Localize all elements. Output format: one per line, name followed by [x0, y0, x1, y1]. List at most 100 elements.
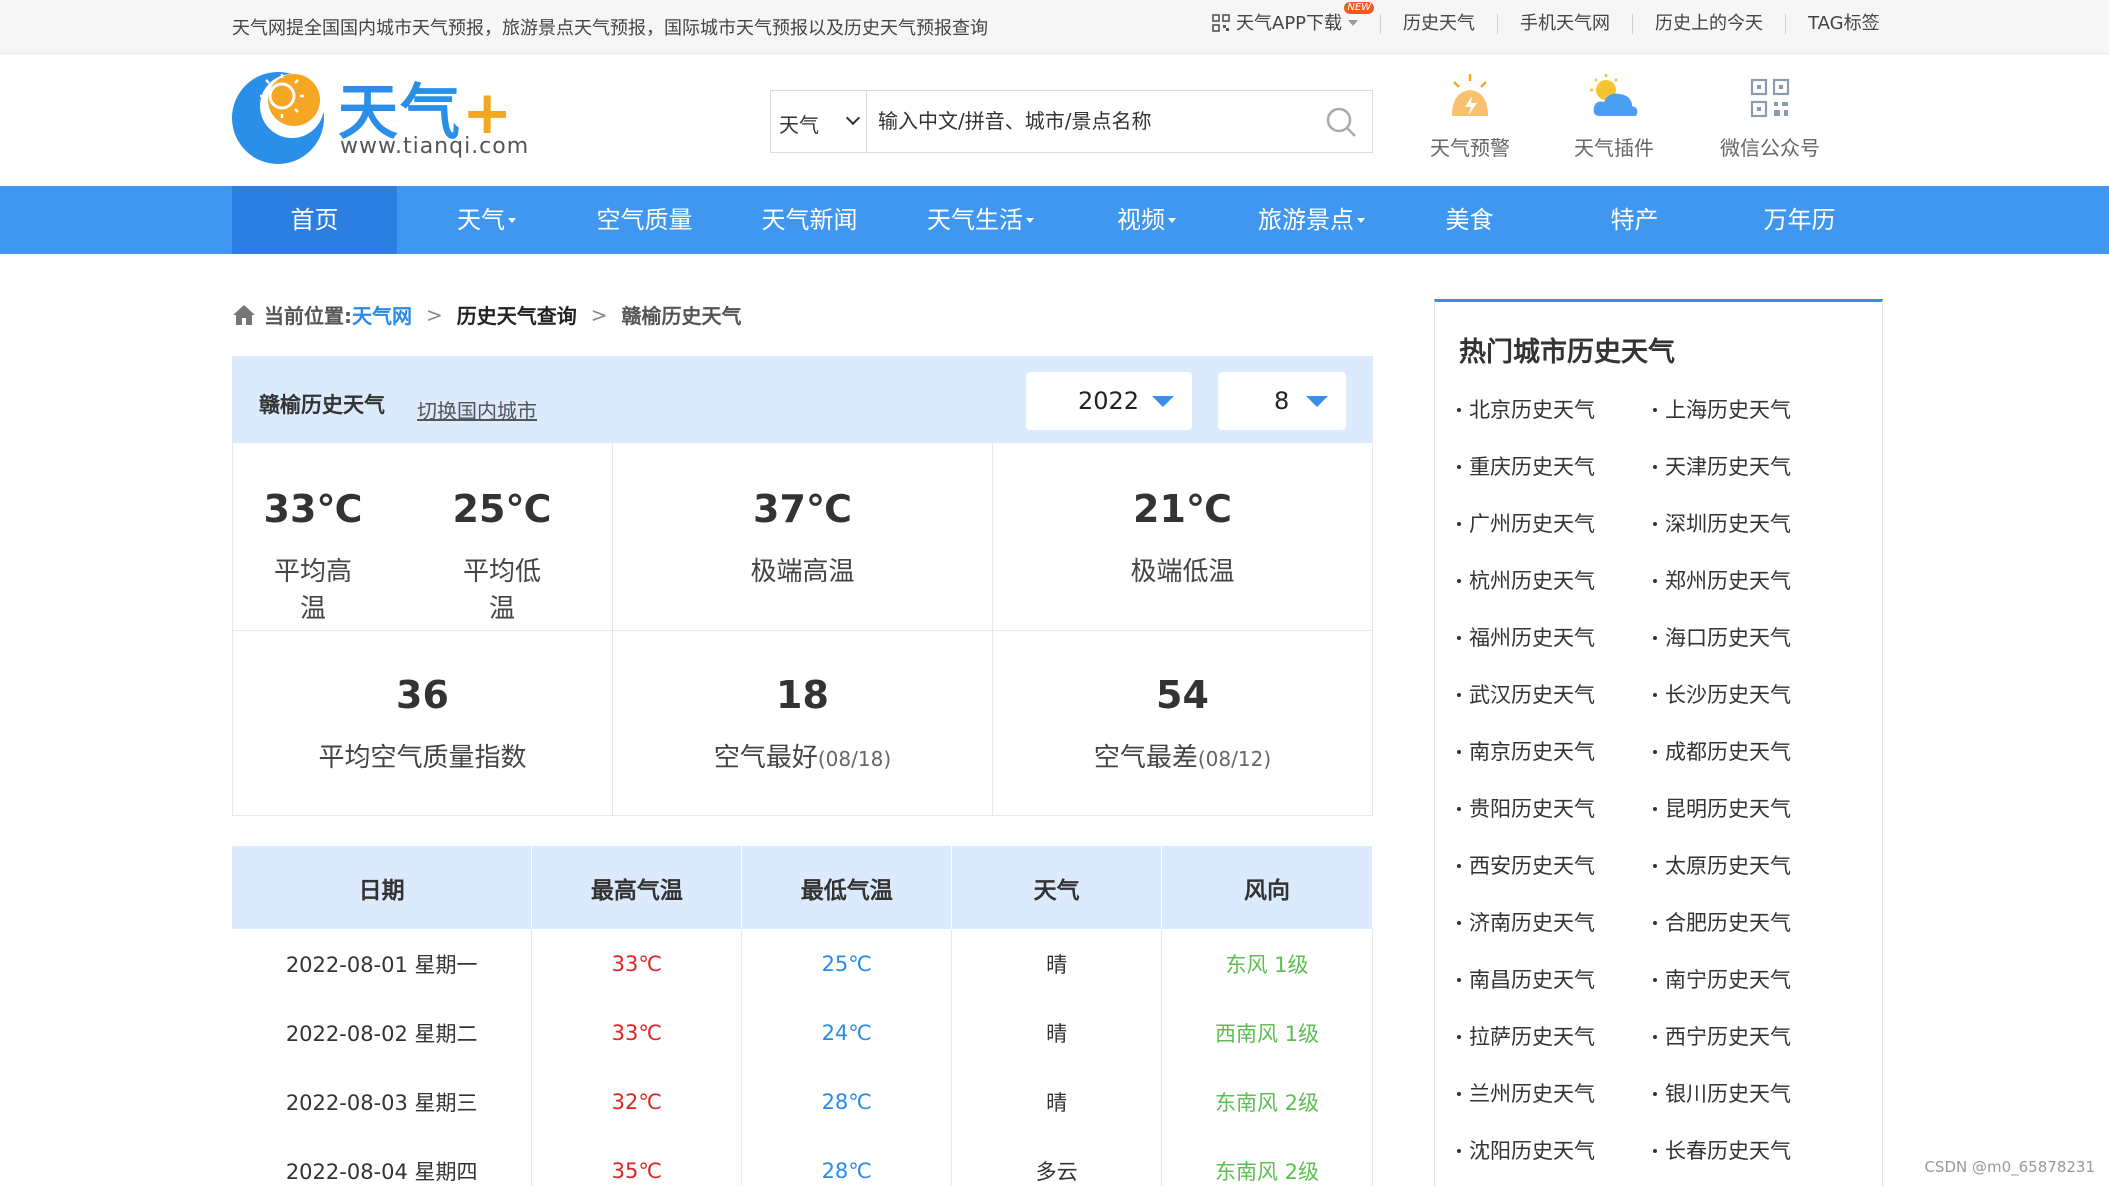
bullet-icon — [1457, 579, 1461, 583]
col-header-low: 最低气温 — [741, 846, 953, 929]
worst-air-label: 空气最差 — [1093, 743, 1198, 773]
nav-label: 万年历 — [1763, 206, 1836, 234]
nav-label: 特产 — [1610, 206, 1659, 234]
triangle-down-icon — [1152, 396, 1174, 407]
hot-city-link[interactable]: 西安历史天气 — [1457, 850, 1595, 880]
hot-city-link[interactable]: 长沙历史天气 — [1653, 679, 1791, 709]
site-slogan: 天气网提全国国内城市天气预报，旅游景点天气预报，国际城市天气预报以及历史天气预报… — [232, 18, 988, 39]
hot-city-link[interactable]: 南昌历史天气 — [1457, 964, 1595, 994]
nav-item-weather-life[interactable]: 天气生活 — [898, 186, 1063, 254]
row-wind: 东南风 2级 — [1161, 1136, 1373, 1186]
hot-city-link[interactable]: 昆明历史天气 — [1653, 793, 1791, 823]
hot-city-link[interactable]: 武汉历史天气 — [1457, 679, 1595, 709]
hot-city-link[interactable]: 杭州历史天气 — [1457, 565, 1595, 595]
bullet-icon — [1653, 1092, 1657, 1096]
avg-low-label: 平均低温 — [462, 557, 541, 624]
breadcrumb-item-home[interactable]: 天气网 — [352, 300, 412, 329]
year-select[interactable]: 2022 — [1026, 372, 1192, 430]
search-type-select[interactable]: 天气 — [771, 91, 867, 152]
tags-link[interactable]: TAG标签 — [1785, 14, 1902, 34]
hot-city-link[interactable]: 深圳历史天气 — [1653, 508, 1791, 538]
extreme-low-stat: 21℃ 极端低温 — [993, 487, 1372, 588]
top-links: 天气APP下载 NEW 历史天气 手机天气网 历史上的今天 TAG标签 — [1212, 2, 1902, 34]
hot-city-link[interactable]: 福州历史天气 — [1457, 622, 1595, 652]
nav-label: 美食 — [1445, 206, 1494, 234]
hot-city-link[interactable]: 上海历史天气 — [1653, 394, 1791, 424]
hot-city-link[interactable]: 天津历史天气 — [1653, 451, 1791, 481]
hot-city-link[interactable]: 郑州历史天气 — [1653, 565, 1791, 595]
hot-city-link[interactable]: 济南历史天气 — [1457, 907, 1595, 937]
nav-item-video[interactable]: 视频 — [1064, 186, 1229, 254]
hot-city-label: 海口历史天气 — [1665, 626, 1791, 650]
row-low: 28℃ — [741, 1136, 953, 1186]
app-download-label: 天气APP下载 — [1236, 13, 1343, 34]
nav-item-home[interactable]: 首页 — [232, 186, 397, 254]
row-high: 35℃ — [531, 1136, 743, 1186]
hot-city-link[interactable]: 合肥历史天气 — [1653, 907, 1791, 937]
bullet-icon — [1653, 921, 1657, 925]
hot-city-link[interactable]: 贵阳历史天气 — [1457, 793, 1595, 823]
hot-city-link[interactable]: 长春历史天气 — [1653, 1135, 1791, 1165]
hot-city-label: 贵阳历史天气 — [1469, 797, 1595, 821]
bullet-icon — [1653, 1035, 1657, 1039]
mobile-weather-link[interactable]: 手机天气网 — [1497, 14, 1632, 34]
bullet-icon — [1457, 1092, 1461, 1096]
breadcrumb-item-current: 赣榆历史天气 — [621, 304, 742, 328]
switch-city-link[interactable]: 切换国内城市 — [417, 395, 537, 424]
hot-city-link[interactable]: 南京历史天气 — [1457, 736, 1595, 766]
today-in-history-link[interactable]: 历史上的今天 — [1632, 14, 1785, 34]
summary-header: 赣榆历史天气 切换国内城市 2022 8 — [233, 357, 1372, 443]
hot-city-link[interactable]: 拉萨历史天气 — [1457, 1021, 1595, 1051]
hot-city-link[interactable]: 银川历史天气 — [1653, 1078, 1791, 1108]
hot-city-label: 成都历史天气 — [1665, 740, 1791, 764]
hot-city-link[interactable]: 重庆历史天气 — [1457, 451, 1595, 481]
col-header-wind: 风向 — [1161, 846, 1373, 929]
bullet-icon — [1653, 579, 1657, 583]
breadcrumb-item-history[interactable]: 历史天气查询 — [457, 300, 577, 329]
nav-item-travel[interactable]: 旅游景点 — [1229, 186, 1394, 254]
bullet-icon — [1653, 978, 1657, 982]
hot-city-link[interactable]: 西宁历史天气 — [1653, 1021, 1791, 1051]
avg-aqi-value: 36 — [396, 673, 449, 717]
month-select[interactable]: 8 — [1218, 372, 1346, 430]
hot-city-label: 南京历史天气 — [1469, 740, 1595, 764]
year-value: 2022 — [1078, 387, 1140, 415]
weather-warning-label: 天气预警 — [1430, 136, 1510, 160]
hot-city-link[interactable]: 沈阳历史天气 — [1457, 1135, 1595, 1165]
col-header-date: 日期 — [232, 846, 533, 929]
wechat-official-link[interactable]: 微信公众号 — [1720, 72, 1820, 161]
hot-city-link[interactable]: 南宁历史天气 — [1653, 964, 1791, 994]
hot-city-link[interactable]: 兰州历史天气 — [1457, 1078, 1595, 1108]
warning-icon — [1452, 74, 1488, 116]
bullet-icon — [1653, 636, 1657, 640]
bullet-icon — [1457, 522, 1461, 526]
nav-item-air-quality[interactable]: 空气质量 — [562, 186, 727, 254]
avg-high-label: 平均高温 — [273, 557, 352, 624]
row-low: 24℃ — [741, 998, 953, 1067]
history-weather-link[interactable]: 历史天气 — [1380, 14, 1497, 34]
hot-city-link[interactable]: 太原历史天气 — [1653, 850, 1791, 880]
hot-city-link[interactable]: 海口历史天气 — [1653, 622, 1791, 652]
caret-down-icon — [508, 218, 516, 223]
nav-item-calendar[interactable]: 万年历 — [1717, 186, 1882, 254]
nav-item-specialty[interactable]: 特产 — [1552, 186, 1717, 254]
hot-city-link[interactable]: 北京历史天气 — [1457, 394, 1595, 424]
extreme-low-value: 21℃ — [1133, 487, 1232, 531]
hot-city-label: 南宁历史天气 — [1665, 968, 1791, 992]
nav-item-food[interactable]: 美食 — [1387, 186, 1552, 254]
bullet-icon — [1457, 864, 1461, 868]
hot-city-link[interactable]: 广州历史天气 — [1457, 508, 1595, 538]
nav-item-weather[interactable]: 天气 — [404, 186, 569, 254]
breadcrumb-separator: > — [426, 302, 443, 327]
search-icon[interactable] — [1324, 105, 1358, 139]
hot-cities-panel: 热门城市历史天气 北京历史天气 上海历史天气 重庆历史天气 天津历史天气 广州历史天气 深… — [1434, 299, 1883, 1186]
hot-city-link[interactable]: 成都历史天气 — [1653, 736, 1791, 766]
app-download-link[interactable]: 天气APP下载 NEW — [1212, 2, 1380, 34]
row-weather: 多云 — [951, 1136, 1163, 1186]
site-logo[interactable]: 天气+ www.tianqi.com — [232, 70, 532, 170]
weather-plugin-link[interactable]: 天气插件 — [1574, 72, 1654, 161]
table-row: 2022-08-02 星期二 33℃ 24℃ 晴 西南风 1级 — [232, 998, 1373, 1067]
search-input[interactable] — [878, 101, 1298, 141]
nav-item-weather-news[interactable]: 天气新闻 — [727, 186, 892, 254]
weather-warning-link[interactable]: 天气预警 — [1430, 72, 1510, 161]
